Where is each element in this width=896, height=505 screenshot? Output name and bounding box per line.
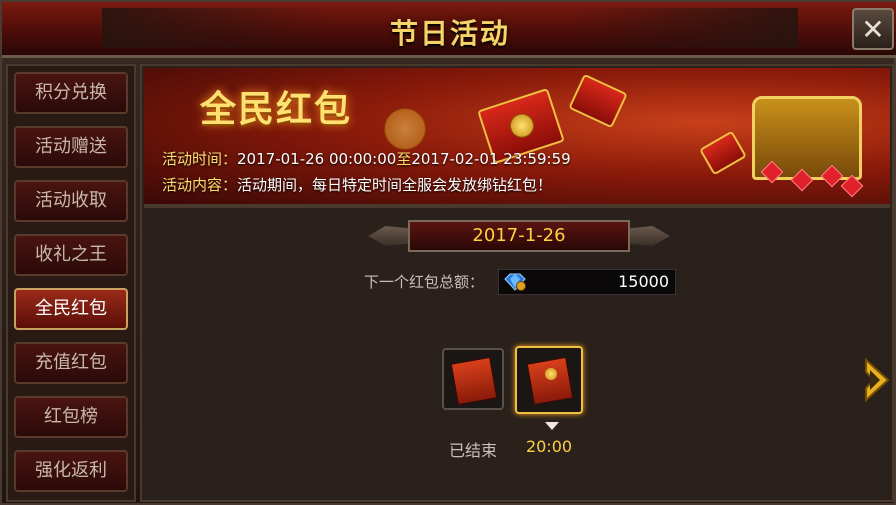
next-total-box: 15000: [498, 269, 676, 295]
slot-label-time: 20:00: [525, 437, 573, 456]
banner-envelope-image: [568, 73, 628, 129]
sidebar: 积分兑换 活动赠送 活动收取 收礼之王 全民红包 充值红包 红包榜 强化返利: [6, 64, 136, 502]
window-title: 节日活动: [389, 17, 510, 50]
divider: [144, 204, 890, 208]
tab-event-receive[interactable]: 活动收取: [14, 180, 128, 222]
event-time-to: 至: [396, 150, 412, 168]
close-button[interactable]: ✕: [852, 8, 894, 50]
banner-coin-image: [384, 108, 426, 150]
coin-icon: [545, 368, 557, 380]
event-content-label: 活动内容：: [162, 176, 238, 194]
banner-envelope-image: [699, 130, 747, 176]
tab-red-packet-ranking[interactable]: 红包榜: [14, 396, 128, 438]
bound-diamond-icon: [504, 273, 526, 291]
event-time-label: 活动时间：: [162, 150, 238, 168]
red-packet-slot-selected[interactable]: [515, 346, 583, 414]
close-icon: ✕: [861, 12, 885, 46]
event-banner: 全民红包 活动时间：2017-01-26 00:00:00至2017-02-01…: [144, 68, 890, 204]
content-panel: 全民红包 活动时间：2017-01-26 00:00:00至2017-02-01…: [140, 64, 894, 502]
next-total-label: 下一个红包总额：: [364, 273, 485, 291]
current-date: 2017-1-26: [408, 220, 630, 252]
event-content-text: 活动期间，每日特定时间全服会发放绑钻红包！: [237, 176, 553, 194]
selected-caret-icon: [545, 422, 559, 430]
tab-gift-king[interactable]: 收礼之王: [14, 234, 128, 276]
banner-title: 全民红包: [200, 89, 353, 130]
red-packet-icon: [450, 356, 498, 406]
slot-label-ended: 已结束: [448, 441, 497, 460]
tab-recharge-red-packet[interactable]: 充值红包: [14, 342, 128, 384]
red-packet-slot-ended[interactable]: [442, 348, 504, 410]
event-time-line: 活动时间：2017-01-26 00:00:00至2017-02-01 23:5…: [162, 148, 571, 169]
event-content-line: 活动内容：活动期间，每日特定时间全服会发放绑钻红包！: [162, 174, 552, 195]
event-time-end: 2017-02-01 23:59:59: [411, 150, 571, 168]
event-time-start: 2017-01-26 00:00:00: [237, 150, 397, 168]
tab-enhance-rebate[interactable]: 强化返利: [14, 450, 128, 492]
tab-points-exchange[interactable]: 积分兑换: [14, 72, 128, 114]
chevron-right-icon[interactable]: [864, 358, 890, 402]
red-packet-icon: [526, 356, 574, 406]
tab-event-gift[interactable]: 活动赠送: [14, 126, 128, 168]
banner-coin-image: [506, 110, 538, 141]
date-plate: 2017-1-26: [368, 220, 670, 252]
tab-all-people-red-packet[interactable]: 全民红包: [14, 288, 128, 330]
next-total-value: 15000: [618, 272, 669, 291]
title-bar: 节日活动 ✕: [2, 2, 896, 58]
event-window: 节日活动 ✕ 积分兑换 活动赠送 活动收取 收礼之王 全民红包 充值红包 红包榜…: [0, 0, 896, 505]
